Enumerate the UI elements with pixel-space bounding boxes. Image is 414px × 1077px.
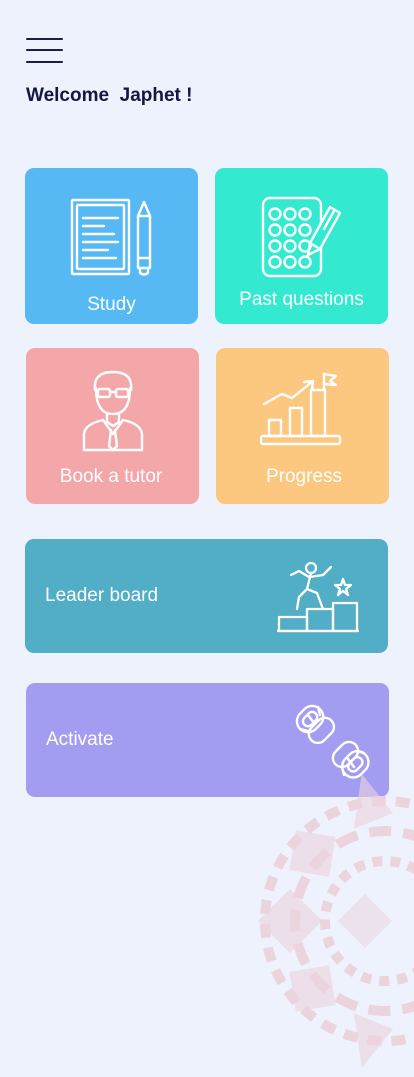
- leader-board-label: Leader board: [45, 585, 159, 606]
- book-a-tutor-tile[interactable]: Book a tutor: [26, 348, 199, 504]
- past-questions-tile[interactable]: Past questions: [215, 168, 388, 324]
- menu-line: [26, 61, 63, 63]
- book-a-tutor-label: Book a tutor: [59, 466, 163, 487]
- decorative-pattern-background: [257, 773, 414, 1069]
- welcome-heading: Welcome Japhet !: [26, 85, 193, 106]
- menu-line: [26, 38, 63, 40]
- study-tile[interactable]: Study: [25, 168, 198, 324]
- past-questions-label: Past questions: [239, 289, 364, 310]
- tutor-person-icon: [82, 370, 144, 452]
- leader-board-tile[interactable]: Leader board: [25, 539, 388, 653]
- study-label: Study: [87, 294, 136, 315]
- progress-tile[interactable]: Progress: [216, 348, 389, 504]
- answer-sheet-pen-icon: [261, 196, 342, 278]
- podium-climber-icon: [277, 561, 359, 633]
- growth-chart-flag-icon: [260, 372, 342, 446]
- progress-label: Progress: [265, 466, 343, 487]
- hamburger-menu-button[interactable]: [26, 38, 64, 64]
- document-pencil-icon: [70, 198, 152, 276]
- activate-label: Activate: [46, 729, 114, 750]
- menu-line: [26, 49, 63, 51]
